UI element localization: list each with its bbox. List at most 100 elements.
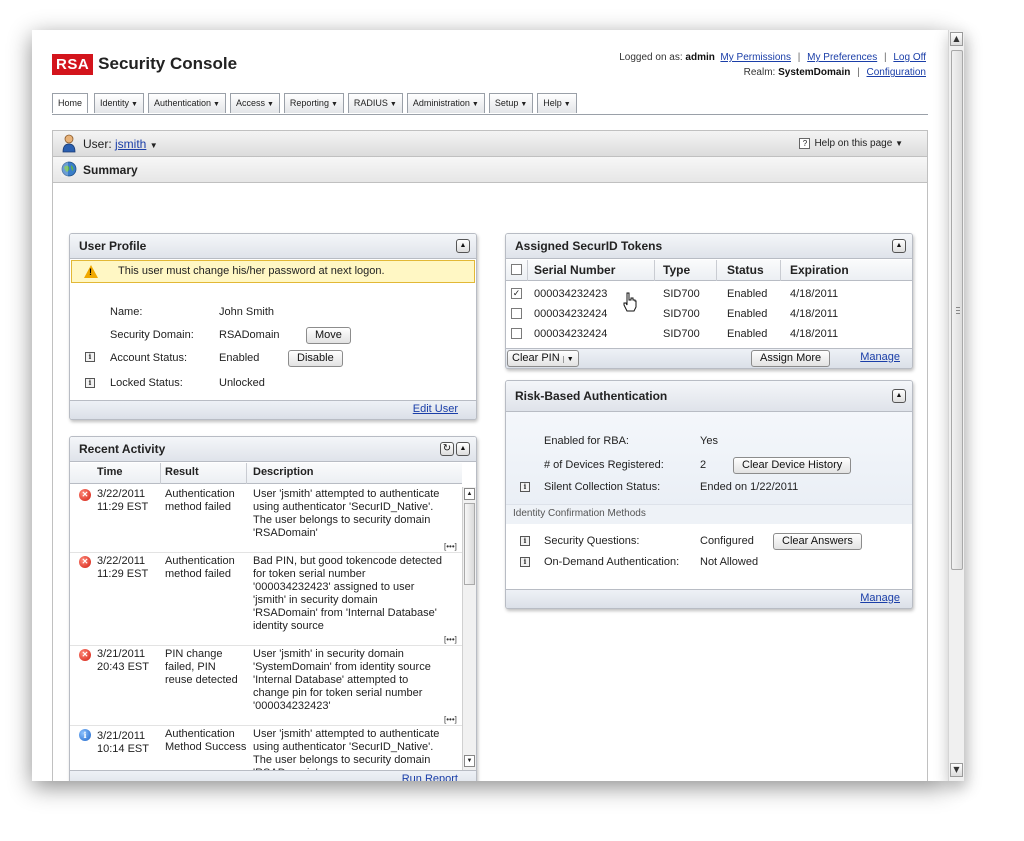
tab-administration[interactable]: Administration ▼: [406, 93, 485, 113]
on-demand-auth-label: On-Demand Authentication:: [544, 556, 680, 568]
token-status: Enabled: [727, 328, 768, 340]
row-checkbox[interactable]: ✓: [511, 288, 522, 299]
password-warning: ! This user must change his/her password…: [71, 260, 475, 283]
column-separator: [527, 260, 528, 281]
token-status: Enabled: [727, 288, 768, 300]
dropdown-arrow-icon: ▼: [389, 101, 397, 108]
my-preferences-link[interactable]: My Preferences: [807, 52, 877, 63]
account-status-value: Enabled: [219, 352, 260, 364]
activity-description: Bad PIN, but good tokencode detected for …: [253, 555, 442, 632]
devices-registered-value: 2: [700, 459, 707, 471]
help-on-page[interactable]: ? Help on this page ▼: [799, 138, 903, 149]
tab-authentication[interactable]: Authentication ▼: [147, 93, 226, 113]
column-header-description[interactable]: Description: [253, 466, 314, 478]
nav-divider: [52, 114, 928, 115]
warning-text: This user must change his/her password a…: [118, 265, 385, 277]
dropdown-arrow-icon: ▼: [520, 101, 528, 108]
help-label: Help on this page: [814, 138, 893, 149]
locked-status-value: Unlocked: [219, 377, 265, 389]
collapse-icon[interactable]: ▲: [456, 442, 470, 456]
activity-scrollbar[interactable]: ▲ ▼: [462, 487, 476, 770]
row-checkbox[interactable]: [511, 328, 522, 339]
tab-label: Identity: [100, 98, 130, 108]
more-details-link[interactable]: [•••]: [444, 540, 457, 553]
info-icon[interactable]: i: [520, 482, 530, 492]
scroll-down-icon[interactable]: ▼: [950, 763, 963, 777]
my-permissions-link[interactable]: My Permissions: [720, 52, 791, 63]
scroll-down-icon[interactable]: ▼: [464, 755, 475, 767]
token-expiration: 4/18/2011: [790, 308, 839, 320]
manage-tokens-link[interactable]: Manage: [860, 351, 900, 363]
tab-label: Home: [58, 98, 83, 108]
info-icon[interactable]: i: [520, 557, 530, 567]
column-header-serial[interactable]: Serial Number: [534, 263, 615, 277]
logged-on-user: admin: [685, 52, 715, 63]
run-report-link[interactable]: Run Report: [402, 773, 458, 781]
user-link[interactable]: jsmith: [115, 137, 146, 151]
info-icon[interactable]: i: [520, 536, 530, 546]
column-header-result[interactable]: Result: [165, 466, 199, 478]
clear-answers-button[interactable]: Clear Answers: [773, 533, 862, 550]
rba-enabled-label: Enabled for RBA:: [544, 435, 629, 447]
row-checkbox[interactable]: [511, 308, 522, 319]
scroll-up-icon[interactable]: ▲: [950, 32, 963, 46]
activity-result: Authentication method failed: [165, 555, 235, 580]
tab-setup[interactable]: Setup ▼: [488, 93, 534, 113]
info-icon[interactable]: i: [85, 378, 95, 388]
tab-access[interactable]: Access ▼: [229, 93, 280, 113]
dropdown-arrow-icon[interactable]: ▼: [562, 356, 574, 363]
tab-radius[interactable]: RADIUS ▼: [347, 93, 403, 113]
token-serial: 000034232424: [534, 308, 608, 320]
token-expiration: 4/18/2011: [790, 328, 839, 340]
clear-device-history-button[interactable]: Clear Device History: [733, 457, 852, 474]
user-bar: User: jsmith ▼ ? Help on this page ▼: [52, 130, 928, 157]
collapse-icon[interactable]: ▲: [892, 389, 906, 403]
info-icon[interactable]: i: [85, 352, 95, 362]
refresh-icon[interactable]: ↻: [440, 442, 454, 456]
scroll-up-icon[interactable]: ▲: [464, 488, 475, 500]
activity-time: 3/22/2011 11:29 EST: [97, 555, 149, 580]
column-header-expiration[interactable]: Expiration: [790, 263, 849, 277]
manage-rba-link[interactable]: Manage: [860, 592, 900, 604]
collapse-icon[interactable]: ▲: [892, 239, 906, 253]
disable-button[interactable]: Disable: [288, 350, 343, 367]
tab-label: Authentication: [153, 98, 212, 108]
dropdown-arrow-icon: ▼: [563, 101, 571, 108]
scroll-thumb[interactable]: [464, 503, 475, 585]
activity-description: User 'jsmith' attempted to authenticate u…: [253, 488, 440, 539]
column-header-status[interactable]: Status: [727, 263, 764, 277]
user-icon: [62, 134, 76, 153]
more-details-link[interactable]: [•••]: [444, 633, 457, 646]
token-row[interactable]: 000034232424 SID700 Enabled 4/18/2011: [506, 305, 912, 325]
collapse-icon[interactable]: ▲: [456, 239, 470, 253]
error-icon: ✕: [79, 489, 91, 501]
panel-footer: Manage: [506, 589, 912, 608]
edit-user-link[interactable]: Edit User: [413, 403, 458, 415]
scroll-thumb[interactable]: [951, 50, 963, 570]
tab-label: Access: [235, 98, 265, 108]
activity-result: Authentication method failed: [165, 488, 235, 513]
dropdown-arrow-icon: ▼: [131, 101, 138, 108]
tab-help[interactable]: Help ▼: [537, 93, 577, 113]
tab-home[interactable]: Home: [52, 93, 89, 113]
select-all-checkbox[interactable]: [511, 264, 522, 275]
panel-header: Assigned SecurID Tokens ▲: [506, 234, 912, 259]
token-row[interactable]: 000034232424 SID700 Enabled 4/18/2011: [506, 325, 912, 345]
token-row[interactable]: ✓ 000034232423 SID700 Enabled 4/18/2011: [506, 285, 912, 305]
assign-more-button[interactable]: Assign More: [751, 350, 831, 367]
user-profile-panel: User Profile ▲ ! This user must change h…: [69, 233, 477, 420]
account-status-label: Account Status:: [110, 352, 188, 364]
tab-reporting[interactable]: Reporting ▼: [283, 93, 344, 113]
column-header-time[interactable]: Time: [97, 466, 122, 478]
configuration-link[interactable]: Configuration: [867, 67, 926, 78]
column-header-type[interactable]: Type: [663, 263, 690, 277]
panel-title: Assigned SecurID Tokens: [515, 239, 663, 253]
page-scrollbar[interactable]: ▲ ▼: [948, 30, 964, 781]
tab-identity[interactable]: Identity ▼: [94, 93, 144, 113]
move-button[interactable]: Move: [306, 327, 351, 344]
clear-pin-button[interactable]: Clear PIN ▼: [507, 350, 579, 367]
log-off-link[interactable]: Log Off: [893, 52, 926, 63]
more-details-link[interactable]: [•••]: [444, 713, 457, 726]
main-nav: Home Identity ▼ Authentication ▼ Access ▼ R…: [52, 93, 581, 115]
user-dropdown-icon[interactable]: ▼: [150, 141, 158, 150]
